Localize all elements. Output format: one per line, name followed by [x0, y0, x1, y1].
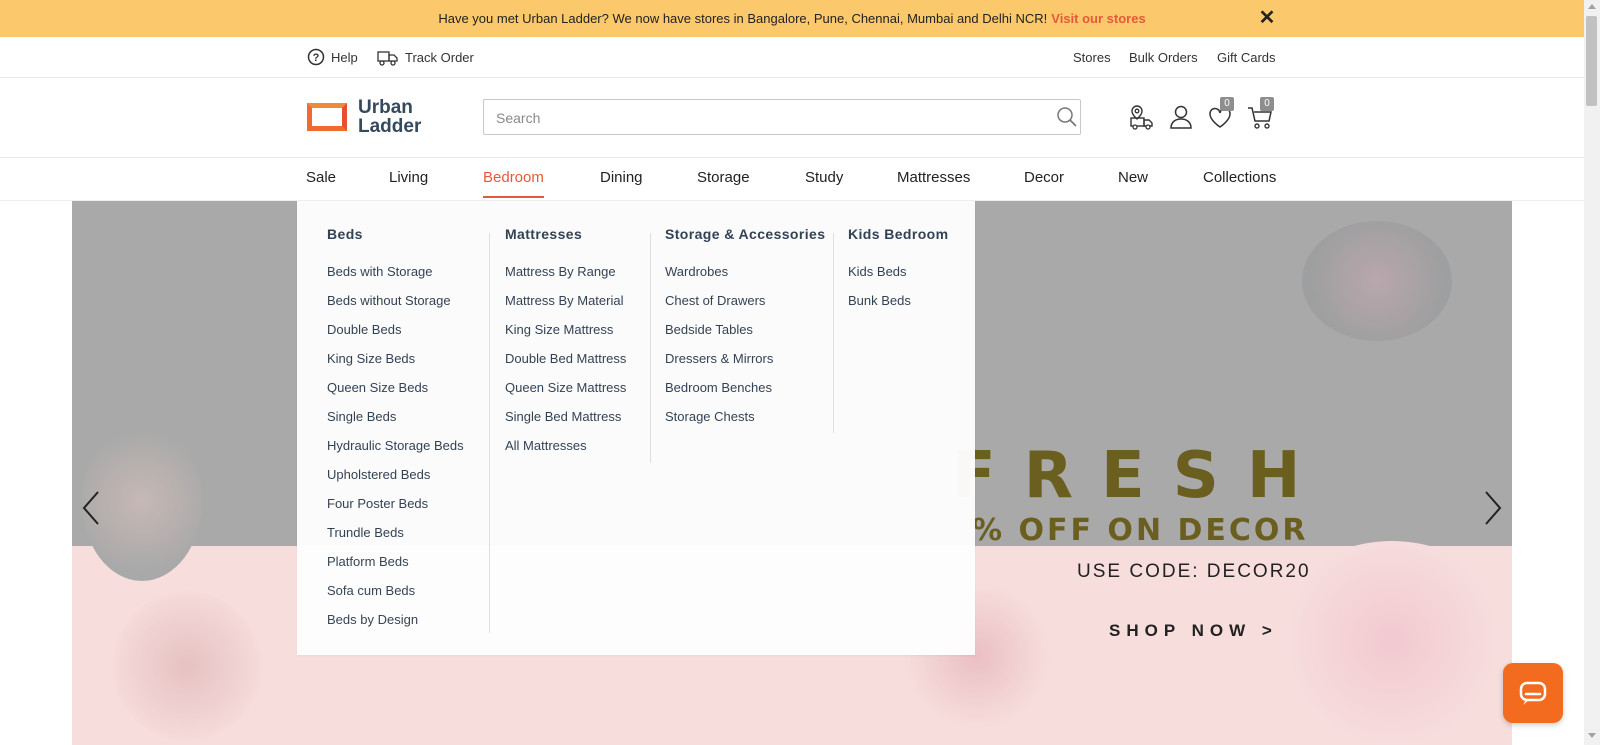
menu-link[interactable]: Beds with Storage — [327, 264, 433, 279]
help-link[interactable]: ? Help — [307, 37, 358, 77]
scroll-down-arrow-icon[interactable] — [1588, 733, 1596, 738]
utility-bar: ? Help Track Order Stores Bulk Orders Gi… — [0, 37, 1584, 78]
close-icon[interactable]: ✕ — [1256, 7, 1278, 29]
help-label: Help — [331, 49, 358, 65]
menu-link[interactable]: Platform Beds — [327, 554, 409, 569]
menu-link[interactable]: Trundle Beds — [327, 525, 404, 540]
logo-line-2: Ladder — [358, 116, 422, 137]
menu-link[interactable]: Queen Size Beds — [327, 380, 428, 395]
hero-coupon-code: USE CODE: DECOR20 — [1077, 561, 1311, 582]
chat-button[interactable] — [1503, 663, 1563, 723]
site-header: Urban Ladder 0 0 — [0, 78, 1584, 158]
visit-stores-link[interactable]: Visit our stores — [1051, 11, 1145, 26]
menu-link[interactable]: Dressers & Mirrors — [665, 351, 773, 366]
menu-link[interactable]: King Size Mattress — [505, 322, 613, 337]
nav-item-sale[interactable]: Sale — [306, 158, 336, 200]
scroll-up-arrow-icon[interactable] — [1588, 4, 1596, 9]
menu-link[interactable]: Bedside Tables — [665, 322, 753, 337]
menu-link[interactable]: Upholstered Beds — [327, 467, 430, 482]
menu-link[interactable]: Beds without Storage — [327, 293, 451, 308]
nav-item-dining[interactable]: Dining — [600, 158, 643, 200]
chat-bubble-icon — [1519, 681, 1547, 705]
menu-link[interactable]: Chest of Drawers — [665, 293, 765, 308]
menu-link[interactable]: Mattress By Range — [505, 264, 616, 279]
logo-line-1: Urban — [358, 97, 413, 118]
menu-column-title: Mattresses — [505, 226, 583, 242]
hero-headline: FRESH — [952, 439, 1329, 513]
menu-link[interactable]: Kids Beds — [848, 264, 907, 279]
announcement-text: Have you met Urban Ladder? We now have s… — [438, 11, 1048, 26]
nav-item-study[interactable]: Study — [805, 158, 843, 200]
scroll-thumb[interactable] — [1586, 16, 1597, 106]
menu-divider — [833, 233, 834, 433]
wishlist-button[interactable]: 0 — [1206, 97, 1234, 131]
nav-item-collections[interactable]: Collections — [1203, 158, 1276, 200]
shop-now-button[interactable]: SHOP NOW > — [1109, 621, 1278, 641]
menu-link[interactable]: Queen Size Mattress — [505, 380, 626, 395]
menu-link[interactable]: Wardrobes — [665, 264, 728, 279]
menu-column-title: Storage & Accessories — [665, 226, 826, 242]
menu-divider — [650, 233, 651, 463]
nav-item-mattresses[interactable]: Mattresses — [897, 158, 970, 200]
help-icon: ? — [307, 48, 325, 66]
hero-offer: % OFF ON DECOR — [972, 513, 1309, 548]
logo-mark-icon — [307, 103, 347, 131]
menu-link[interactable]: King Size Beds — [327, 351, 415, 366]
search-icon[interactable] — [1056, 106, 1078, 128]
bulk-orders-link[interactable]: Bulk Orders — [1129, 37, 1198, 77]
flower-decoration — [112, 591, 262, 741]
nav-item-new[interactable]: New — [1118, 158, 1148, 200]
menu-link[interactable]: Beds by Design — [327, 612, 418, 627]
user-account-icon[interactable] — [1167, 103, 1195, 131]
urban-ladder-logo[interactable]: Urban Ladder — [307, 97, 421, 137]
menu-link[interactable]: Single Beds — [327, 409, 396, 424]
announcement-bar: Have you met Urban Ladder? We now have s… — [0, 0, 1584, 37]
menu-divider — [489, 233, 490, 633]
page-scrollbar[interactable] — [1584, 0, 1600, 745]
menu-link[interactable]: Storage Chests — [665, 409, 755, 424]
menu-link[interactable]: Double Beds — [327, 322, 401, 337]
menu-link[interactable]: Single Bed Mattress — [505, 409, 621, 424]
nav-item-bedroom[interactable]: Bedroom — [483, 158, 544, 200]
cart-button[interactable]: 0 — [1246, 97, 1274, 131]
menu-column-title: Kids Bedroom — [848, 226, 949, 242]
track-order-label: Track Order — [405, 49, 474, 65]
menu-column-title: Beds — [327, 226, 363, 242]
flower-decoration — [1302, 221, 1452, 341]
svg-text:?: ? — [313, 52, 320, 64]
wishlist-count-badge: 0 — [1220, 97, 1234, 111]
menu-link[interactable]: Four Poster Beds — [327, 496, 428, 511]
carousel-next-arrow-icon[interactable] — [1476, 480, 1512, 536]
menu-link[interactable]: Bunk Beds — [848, 293, 911, 308]
menu-link[interactable]: Double Bed Mattress — [505, 351, 626, 366]
nav-item-decor[interactable]: Decor — [1024, 158, 1064, 200]
nav-item-living[interactable]: Living — [389, 158, 428, 200]
stores-link[interactable]: Stores — [1073, 37, 1111, 77]
logo-text: Urban Ladder — [358, 98, 421, 136]
truck-icon — [377, 51, 398, 66]
main-nav: Sale Living Bedroom Dining Storage Study… — [0, 158, 1584, 201]
menu-link[interactable]: Mattress By Material — [505, 293, 623, 308]
cart-count-badge: 0 — [1260, 97, 1274, 111]
track-order-link[interactable]: Track Order — [377, 37, 474, 77]
menu-link[interactable]: Hydraulic Storage Beds — [327, 438, 464, 453]
bedroom-mega-menu: Beds Beds with Storage Beds without Stor… — [297, 201, 975, 655]
gift-cards-link[interactable]: Gift Cards — [1217, 37, 1276, 77]
search-input[interactable] — [494, 106, 1038, 130]
store-delivery-icon[interactable] — [1128, 103, 1156, 131]
menu-link[interactable]: Bedroom Benches — [665, 380, 772, 395]
search-box — [483, 99, 1081, 135]
nav-item-storage[interactable]: Storage — [697, 158, 750, 200]
menu-link[interactable]: All Mattresses — [505, 438, 587, 453]
menu-link[interactable]: Sofa cum Beds — [327, 583, 415, 598]
carousel-prev-arrow-icon[interactable] — [72, 480, 108, 536]
